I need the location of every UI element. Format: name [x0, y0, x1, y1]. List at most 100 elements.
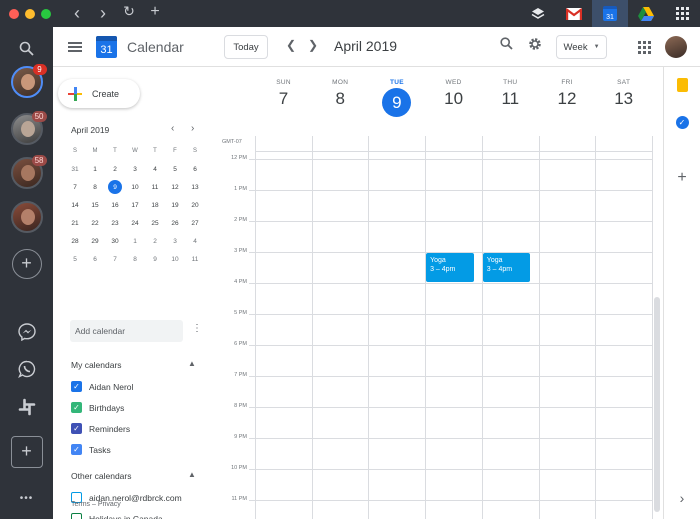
day-header[interactable]: TUE 9	[368, 79, 425, 117]
reload-icon[interactable]: ↻	[117, 3, 141, 24]
event-chip[interactable]: Yoga 3 – 4pm	[482, 253, 531, 282]
mini-next-month-icon[interactable]: ›	[191, 123, 194, 134]
more-button[interactable]: •••	[10, 482, 43, 515]
mini-calendar-day[interactable]: 31	[65, 160, 85, 178]
mini-calendar-day[interactable]: 10	[125, 178, 145, 196]
mini-calendar-day[interactable]: 21	[65, 214, 85, 232]
mini-calendar-day[interactable]: 14	[65, 196, 85, 214]
day-header[interactable]: FRI 12	[539, 79, 596, 109]
mini-calendar-day[interactable]: 25	[145, 214, 165, 232]
day-header[interactable]: MON 8	[312, 79, 369, 109]
google-apps-icon[interactable]	[638, 41, 651, 54]
keep-button[interactable]	[675, 78, 689, 92]
checkbox-checked-icon[interactable]: ✓	[71, 444, 82, 455]
mini-calendar-day[interactable]: 9	[105, 178, 125, 196]
minimize-window-button[interactable]	[25, 8, 35, 19]
mini-calendar-day[interactable]: 12	[165, 178, 185, 196]
mini-calendar-day[interactable]: 16	[105, 196, 125, 214]
view-selector[interactable]: Week ▼	[556, 35, 607, 59]
mini-calendar-day[interactable]: 4	[145, 160, 165, 178]
apps-tab[interactable]	[664, 0, 700, 27]
calendar-item[interactable]: ✓ Birthdays	[71, 402, 124, 413]
checkbox-unchecked-icon[interactable]	[71, 513, 82, 519]
create-button[interactable]: Create	[58, 79, 140, 108]
mini-calendar-day[interactable]: 8	[85, 178, 105, 196]
my-calendars-title[interactable]: My calendars	[71, 360, 122, 370]
checkbox-checked-icon[interactable]: ✓	[71, 381, 82, 392]
day-header[interactable]: WED 10	[425, 79, 482, 109]
add-app-button[interactable]: +	[10, 435, 43, 468]
mini-calendar-day[interactable]: 11	[145, 178, 165, 196]
checkbox-checked-icon[interactable]: ✓	[71, 402, 82, 413]
close-window-button[interactable]	[9, 8, 19, 19]
slack-button[interactable]	[10, 390, 43, 423]
settings-button[interactable]	[528, 37, 542, 54]
chevron-up-icon[interactable]: ▲	[188, 359, 196, 368]
account-1[interactable]: 9	[10, 63, 47, 98]
mini-calendar-day[interactable]: 26	[165, 214, 185, 232]
google-drive-tab[interactable]	[628, 0, 664, 27]
event-chip[interactable]: Yoga 3 – 4pm	[426, 253, 474, 282]
mini-calendar-day[interactable]: 19	[165, 196, 185, 214]
gmail-tab[interactable]	[556, 0, 592, 27]
calendar-item[interactable]: ✓ Aidan Nerol	[71, 381, 133, 392]
add-account-button[interactable]: +	[10, 247, 43, 280]
mini-calendar-day[interactable]: 7	[105, 250, 125, 268]
messenger-button[interactable]	[10, 315, 43, 348]
mini-prev-month-icon[interactable]: ‹	[171, 123, 174, 134]
next-week-icon[interactable]: ❯	[308, 38, 318, 52]
add-addon-button[interactable]: +	[675, 169, 689, 186]
mini-calendar-day[interactable]: 3	[165, 232, 185, 250]
mini-calendar-day[interactable]: 13	[185, 178, 205, 196]
mini-calendar-day[interactable]: 3	[125, 160, 145, 178]
mini-calendar-day[interactable]: 10	[165, 250, 185, 268]
zoom-window-button[interactable]	[41, 8, 51, 19]
mini-calendar-day[interactable]: 29	[85, 232, 105, 250]
day-header[interactable]: SAT 13	[595, 79, 652, 109]
mini-calendar-day[interactable]: 7	[65, 178, 85, 196]
new-tab-icon[interactable]: +	[143, 3, 167, 24]
mini-calendar-day[interactable]: 22	[85, 214, 105, 232]
terms-privacy-links[interactable]: Terms – Privacy	[71, 501, 121, 508]
mini-calendar-day[interactable]: 17	[125, 196, 145, 214]
search-button[interactable]	[500, 37, 513, 53]
mini-calendar-day[interactable]: 5	[65, 250, 85, 268]
calendar-item[interactable]: ✓ Tasks	[71, 444, 111, 455]
account-3[interactable]: 58	[10, 154, 47, 189]
mini-calendar-day[interactable]: 4	[185, 232, 205, 250]
mini-calendar-day[interactable]: 30	[105, 232, 125, 250]
account-2[interactable]: 50	[10, 110, 47, 145]
previous-week-icon[interactable]: ❮	[286, 38, 296, 52]
mini-calendar-day[interactable]: 1	[85, 160, 105, 178]
day-header[interactable]: THU 11	[482, 79, 539, 109]
whatsapp-button[interactable]	[10, 352, 43, 385]
mini-calendar-day[interactable]: 6	[85, 250, 105, 268]
mini-calendar-day[interactable]: 20	[185, 196, 205, 214]
back-icon[interactable]: ‹	[65, 3, 89, 24]
mini-calendar-day[interactable]: 5	[165, 160, 185, 178]
mini-calendar-day[interactable]: 9	[145, 250, 165, 268]
tasks-button[interactable]: ✓	[675, 115, 689, 129]
more-vert-icon[interactable]: ⋮	[192, 323, 202, 334]
checkbox-checked-icon[interactable]: ✓	[71, 423, 82, 434]
mini-calendar-day[interactable]: 8	[125, 250, 145, 268]
today-button[interactable]: Today	[224, 35, 268, 59]
grid-scrollbar[interactable]	[654, 297, 660, 512]
layers-tab[interactable]	[520, 0, 556, 27]
account-4[interactable]	[10, 200, 43, 233]
mini-calendar-day[interactable]: 27	[185, 214, 205, 232]
expand-panel-button[interactable]: ›	[675, 490, 689, 506]
add-calendar-input[interactable]: Add calendar	[70, 320, 183, 342]
day-header[interactable]: SUN 7	[255, 79, 312, 109]
calendar-item[interactable]: ✓ Reminders	[71, 423, 130, 434]
other-calendars-title[interactable]: Other calendars	[71, 471, 131, 481]
chevron-up-icon[interactable]: ▲	[188, 470, 196, 479]
mini-calendar-day[interactable]: 2	[145, 232, 165, 250]
mini-calendar-day[interactable]: 24	[125, 214, 145, 232]
dock-search-button[interactable]	[10, 32, 43, 65]
forward-icon[interactable]: ›	[91, 3, 115, 24]
main-menu-icon[interactable]	[68, 40, 82, 54]
mini-calendar-day[interactable]: 2	[105, 160, 125, 178]
mini-calendar-day[interactable]: 28	[65, 232, 85, 250]
mini-calendar-day[interactable]: 18	[145, 196, 165, 214]
